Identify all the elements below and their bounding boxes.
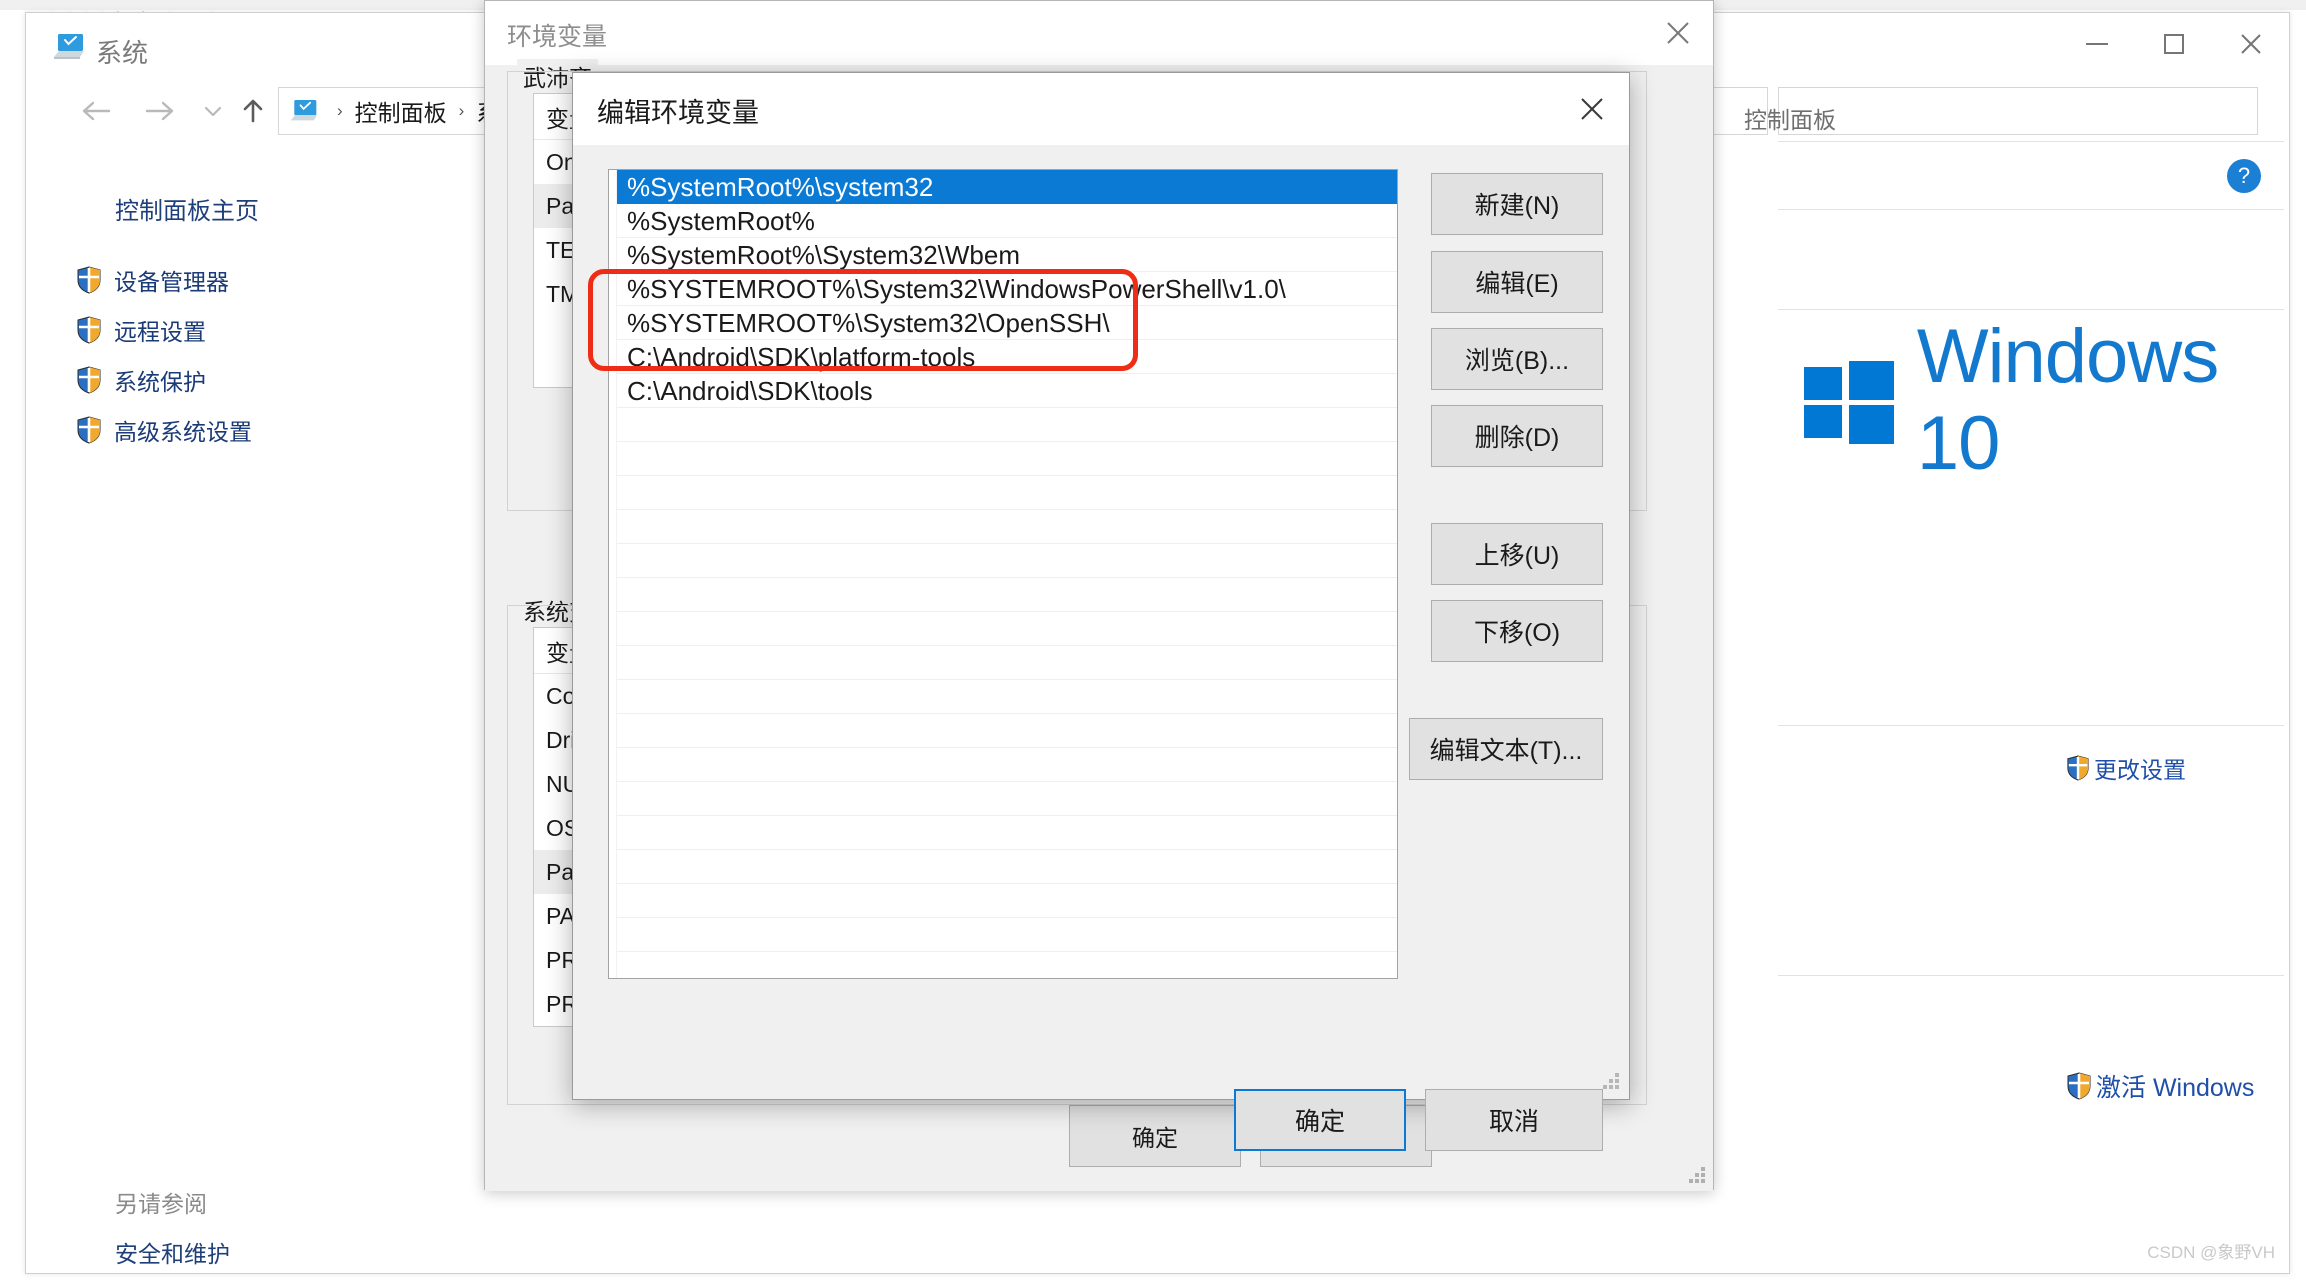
breadcrumb-separator: › (458, 101, 465, 120)
path-list-item-empty[interactable] (617, 578, 1397, 612)
path-entries-list[interactable]: %SystemRoot%\system32 %SystemRoot% %Syst… (608, 169, 1398, 979)
browse-button[interactable]: 浏览(B)... (1431, 328, 1603, 390)
path-list-item-empty[interactable] (617, 646, 1397, 680)
control-panel-right-label: 控制面板 (1744, 107, 1836, 133)
close-button[interactable] (2212, 13, 2289, 75)
path-list-item-empty[interactable] (617, 850, 1397, 884)
nav-forward-button[interactable] (138, 91, 182, 131)
path-list-item-empty[interactable] (617, 680, 1397, 714)
divider (1778, 309, 2284, 310)
change-settings-link[interactable]: 更改设置 (2066, 751, 2186, 785)
sidebar-item-label: 高级系统设置 (114, 419, 252, 445)
window-controls (2058, 13, 2289, 75)
shield-icon (77, 416, 101, 444)
windows-product-name: Windows 10 (1916, 314, 2219, 486)
shield-icon (77, 366, 101, 394)
divider (1778, 975, 2284, 976)
help-button[interactable]: ? (2227, 159, 2261, 193)
edit-button[interactable]: 编辑(E) (1431, 251, 1603, 313)
path-list-item-empty[interactable] (617, 612, 1397, 646)
divider (1778, 141, 2284, 142)
sidebar-item-label: 远程设置 (114, 319, 206, 345)
watermark: CSDN @象野VH (2147, 1243, 2275, 1262)
divider (1778, 209, 2284, 210)
path-list-item-empty[interactable] (617, 918, 1397, 952)
windows-logo-icon (1804, 361, 1894, 444)
path-list-item-empty[interactable] (617, 544, 1397, 578)
nav-back-button[interactable] (74, 91, 118, 131)
sidebar-item-control-panel-home[interactable]: 控制面板主页 (115, 191, 259, 226)
env-ok-button[interactable]: 确定 (1069, 1105, 1241, 1167)
activate-windows-link[interactable]: 激活 Windows (2066, 1068, 2254, 1104)
path-list-item-empty[interactable] (617, 782, 1397, 816)
move-up-button[interactable]: 上移(U) (1431, 523, 1603, 585)
path-list-item[interactable]: C:\Android\SDK\platform-tools (617, 340, 1397, 374)
path-list-item[interactable]: %SYSTEMROOT%\System32\WindowsPowerShell\… (617, 272, 1397, 306)
path-list-item-empty[interactable] (617, 748, 1397, 782)
see-also-link-security-maintenance[interactable]: 安全和维护 (115, 1235, 230, 1269)
path-list-item-empty[interactable] (617, 510, 1397, 544)
env-close-button[interactable] (1643, 1, 1713, 65)
breadcrumb-item-control-panel[interactable]: 控制面板 (355, 94, 447, 128)
sidebar-item-label: 设备管理器 (114, 269, 229, 295)
edit-dialog-cancel-button[interactable]: 取消 (1425, 1089, 1603, 1151)
nav-history-dropdown[interactable] (198, 91, 228, 131)
edit-dialog-close-button[interactable] (1555, 73, 1629, 145)
breadcrumb-separator: › (337, 101, 343, 120)
path-list-item[interactable]: %SystemRoot%\System32\Wbem (617, 238, 1397, 272)
computer-icon (290, 99, 318, 120)
edit-dialog-titlebar: 编辑环境变量 (573, 73, 1629, 145)
path-list-item-empty[interactable] (617, 884, 1397, 918)
path-list-item[interactable]: %SYSTEMROOT%\System32\OpenSSH\ (617, 306, 1397, 340)
windows-branding: Windows 10 (1804, 313, 2289, 487)
env-window-title: 环境变量 (507, 23, 608, 51)
system-sidebar: 控制面板主页 设备管理器 远程设置 系统保护 高级系统设置 另请参阅 安全和维护 (53, 153, 393, 1267)
system-window-title: 系统 (96, 38, 149, 68)
sidebar-item-remote-settings[interactable]: 远程设置 (76, 308, 376, 352)
list-gutter (609, 170, 617, 978)
env-window-titlebar: 环境变量 (485, 1, 1713, 65)
nav-up-button[interactable] (231, 91, 275, 131)
resize-grip[interactable] (1602, 1073, 1620, 1091)
sidebar-item-system-protection[interactable]: 系统保护 (76, 358, 376, 402)
path-list-item[interactable]: %SystemRoot% (617, 204, 1397, 238)
path-list-item-empty[interactable] (617, 816, 1397, 850)
search-input[interactable] (1778, 87, 2258, 135)
path-list-item-empty[interactable] (617, 476, 1397, 510)
sidebar-item-advanced-system-settings[interactable]: 高级系统设置 (76, 408, 376, 452)
edit-dialog-ok-button[interactable]: 确定 (1234, 1089, 1406, 1151)
sidebar-item-device-manager[interactable]: 设备管理器 (76, 258, 376, 302)
path-list-item-empty[interactable] (617, 408, 1397, 442)
edit-dialog-title: 编辑环境变量 (597, 98, 759, 128)
sidebar-item-label: 系统保护 (114, 369, 206, 395)
shield-icon (77, 266, 101, 294)
new-button[interactable]: 新建(N) (1431, 173, 1603, 235)
shield-icon (2067, 1072, 2091, 1100)
edit-environment-variable-dialog: 编辑环境变量 %SystemRoot%\system32 %SystemRoot… (572, 72, 1630, 1151)
shield-icon (2067, 755, 2089, 781)
move-down-button[interactable]: 下移(O) (1431, 600, 1603, 662)
change-settings-label: 更改设置 (2094, 757, 2186, 783)
path-list-item-empty[interactable] (617, 952, 1397, 978)
see-also-heading: 另请参阅 (115, 1191, 207, 1217)
maximize-button[interactable] (2135, 13, 2212, 75)
path-list-item-empty[interactable] (617, 714, 1397, 748)
screen-root: 2022/5/18 18:55 京东 系统 (0, 0, 2306, 1288)
shield-icon (77, 316, 101, 344)
edit-text-button[interactable]: 编辑文本(T)... (1409, 718, 1603, 780)
path-list-item[interactable]: %SystemRoot%\system32 (617, 170, 1397, 204)
computer-icon (54, 34, 84, 59)
resize-grip[interactable] (1688, 1167, 1706, 1185)
divider (1778, 725, 2284, 726)
delete-button[interactable]: 删除(D) (1431, 405, 1603, 467)
path-list-item[interactable]: C:\Android\SDK\tools (617, 374, 1397, 408)
minimize-button[interactable] (2058, 13, 2135, 75)
path-list-item-empty[interactable] (617, 442, 1397, 476)
activate-windows-label: 激活 Windows (2096, 1074, 2255, 1102)
